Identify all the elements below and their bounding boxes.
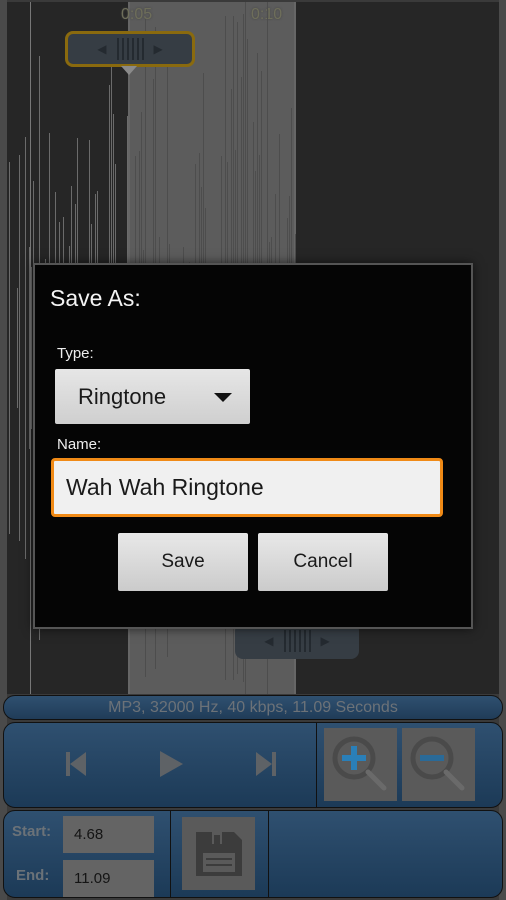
play-button[interactable] <box>156 747 186 781</box>
trim-divider <box>170 811 171 897</box>
end-input[interactable] <box>63 860 154 897</box>
floppy-disk-icon <box>195 831 242 876</box>
ringtone-editor-screen: 0:05 0:10 ◀ ▶ ◀ ▶ Save As: Type: Rington… <box>0 0 506 900</box>
zoom-out-button[interactable] <box>402 728 475 801</box>
waveform-bar <box>9 162 10 534</box>
save-ringtone-button[interactable] <box>182 817 255 890</box>
waveform-bar <box>31 266 32 430</box>
left-arrow-icon: ◀ <box>264 634 274 648</box>
transport-panel <box>3 722 503 808</box>
start-label: Start: <box>12 823 52 840</box>
time-label-5s: 0:05 <box>121 6 153 23</box>
skip-next-button[interactable] <box>251 747 281 781</box>
waveform-bar <box>17 287 18 409</box>
play-icon <box>160 751 183 777</box>
waveform-bar <box>29 246 30 450</box>
waveform-bar <box>25 137 26 559</box>
transport-divider <box>316 723 317 807</box>
name-label: Name: <box>57 436 102 453</box>
file-info-bar: MP3, 32000 Hz, 40 kbps, 11.09 Seconds <box>3 695 503 720</box>
waveform-bar <box>19 154 20 542</box>
cancel-button[interactable]: Cancel <box>258 533 388 591</box>
right-arrow-icon: ▶ <box>320 634 330 648</box>
start-marker-handle[interactable]: ◀ ▶ <box>65 31 195 67</box>
save-as-dialog: Save As: Type: Ringtone Name: Save Cance… <box>33 263 473 629</box>
right-arrow-icon: ▶ <box>153 42 163 56</box>
left-arrow-icon: ◀ <box>97 42 107 56</box>
zoom-in-icon <box>332 736 387 791</box>
trim-divider-2 <box>268 811 269 897</box>
start-marker-pointer <box>121 66 137 75</box>
dropdown-caret-icon <box>214 393 232 402</box>
skip-next-icon <box>256 752 276 776</box>
trim-panel: Start: End: <box>3 810 503 898</box>
skip-previous-button[interactable] <box>61 747 91 781</box>
save-button[interactable]: Save <box>118 533 248 591</box>
zoom-in-button[interactable] <box>324 728 397 801</box>
type-dropdown[interactable]: Ringtone <box>55 369 250 424</box>
end-label: End: <box>16 867 50 884</box>
zoom-out-icon <box>410 736 465 791</box>
dialog-title: Save As: <box>50 285 141 311</box>
name-input[interactable] <box>51 458 443 517</box>
start-input[interactable] <box>63 816 154 853</box>
type-selected-value: Ringtone <box>78 383 167 409</box>
grip-icon <box>283 630 311 652</box>
skip-previous-icon <box>66 752 86 776</box>
grip-icon <box>116 38 144 60</box>
type-label: Type: <box>57 345 94 362</box>
